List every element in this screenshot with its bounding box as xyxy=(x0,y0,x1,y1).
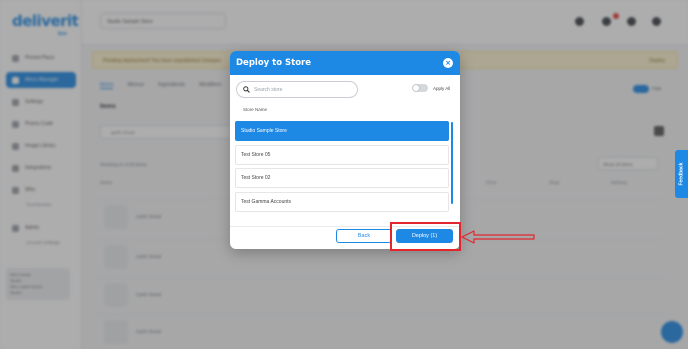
dialog-header: Deploy to Store xyxy=(230,51,460,75)
deploy-to-store-dialog: Deploy to Store × Apply All Store Name S… xyxy=(230,51,460,249)
close-button[interactable]: × xyxy=(443,58,453,68)
store-row[interactable]: Test Store 05 xyxy=(235,145,449,165)
annotation-arrow-icon xyxy=(461,230,535,244)
annotation-highlight-box xyxy=(390,222,461,251)
feedback-label: Feedback xyxy=(678,162,685,186)
store-row[interactable]: Test Gamma Accounts xyxy=(235,192,449,212)
feedback-tab[interactable]: Feedback xyxy=(675,150,688,198)
store-list: Studio Sample Store Test Store 05 Test S… xyxy=(235,121,453,224)
back-button[interactable]: Back xyxy=(336,229,392,243)
store-search-field[interactable] xyxy=(236,81,358,98)
store-name-header: Store Name xyxy=(243,107,268,112)
store-row[interactable]: Test Store 02 xyxy=(235,168,449,188)
apply-all-switch[interactable] xyxy=(412,84,428,92)
close-icon: × xyxy=(445,58,451,67)
dialog-title: Deploy to Store xyxy=(236,58,312,68)
search-icon xyxy=(243,86,250,93)
store-list-scrollbar[interactable] xyxy=(451,122,453,204)
apply-all-toggle[interactable]: Apply All xyxy=(412,84,450,92)
store-row-selected[interactable]: Studio Sample Store xyxy=(235,121,449,141)
apply-all-label: Apply All xyxy=(433,85,451,91)
store-search-input[interactable] xyxy=(254,86,354,93)
